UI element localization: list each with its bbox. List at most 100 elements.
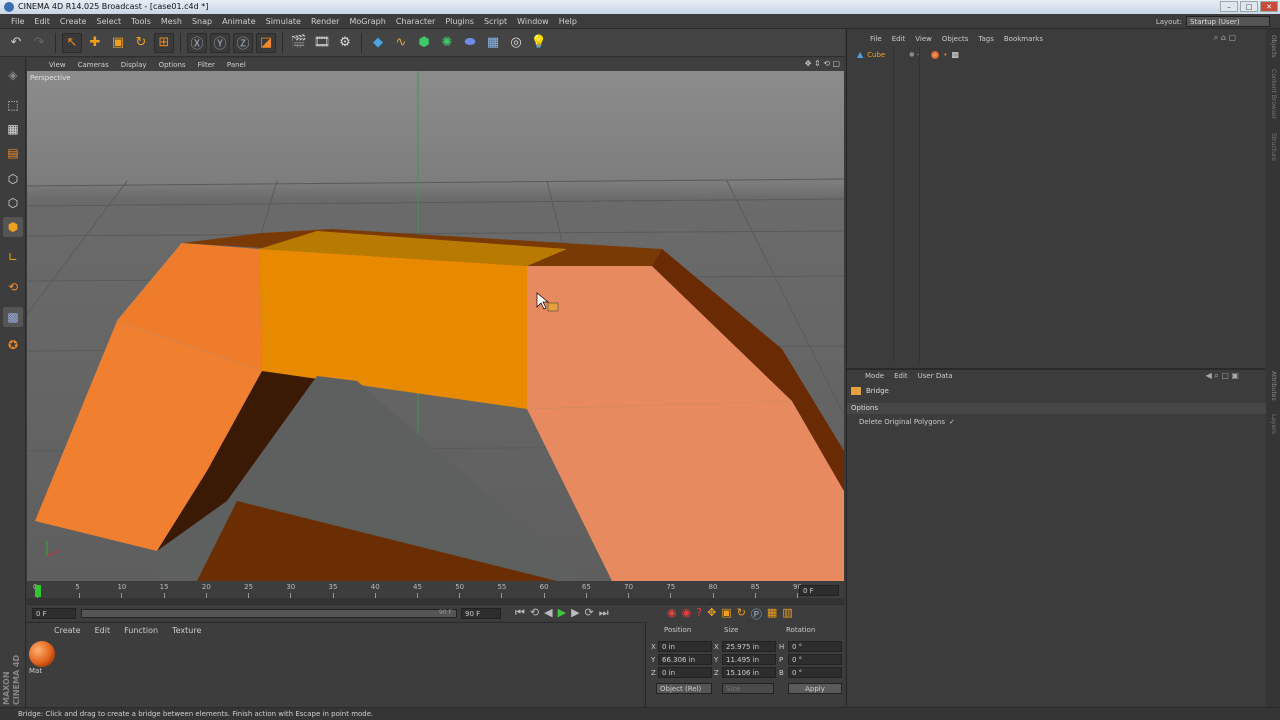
material-menu-create[interactable]: Create	[47, 626, 88, 635]
next-key-icon[interactable]: ⟳	[585, 606, 594, 620]
spline-icon[interactable]: ∿	[391, 33, 411, 53]
menu-create[interactable]: Create	[55, 17, 92, 26]
viewport-menu-panel[interactable]: Panel	[221, 61, 252, 69]
viewport-scene[interactable]: Perspective	[27, 71, 844, 581]
minimize-button[interactable]: –	[1220, 1, 1238, 12]
viewport-menu-filter[interactable]: Filter	[192, 61, 221, 69]
side-tab-content-browser[interactable]: Content Browser	[1268, 69, 1278, 119]
menu-tools[interactable]: Tools	[126, 17, 156, 26]
start-frame-field[interactable]: 0 F	[32, 608, 76, 619]
points-mode-icon[interactable]: ⬡	[3, 169, 23, 189]
rotate-icon[interactable]: ↻	[131, 33, 151, 53]
objects-menu-view[interactable]: View	[910, 35, 937, 43]
menu-select[interactable]: Select	[91, 17, 126, 26]
next-frame-icon[interactable]: ▶	[571, 606, 579, 620]
object-row[interactable]: ▲ Cube ● ✓ • ▩	[857, 49, 1262, 60]
objects-menu-bookmarks[interactable]: Bookmarks	[999, 35, 1048, 43]
object-name[interactable]: Cube	[867, 51, 905, 59]
subdivision-surface-icon[interactable]: ⬢	[414, 33, 434, 53]
axis-mode-icon[interactable]: ∟	[3, 247, 23, 267]
rotation-h-field[interactable]: 0 °	[788, 641, 842, 652]
material-swatch[interactable]: Mat	[29, 641, 57, 677]
menu-mesh[interactable]: Mesh	[156, 17, 187, 26]
key-parameter-icon[interactable]: Ⓟ	[751, 606, 762, 622]
render-picture-viewer-icon[interactable]: 🎞	[312, 33, 332, 53]
edit-render-settings-icon[interactable]: ⚙	[335, 33, 355, 53]
floor-icon[interactable]: ▦	[483, 33, 503, 53]
position-z-field[interactable]: 0 in	[658, 667, 712, 678]
move-icon[interactable]: ✚	[85, 33, 105, 53]
close-button[interactable]: ✕	[1260, 1, 1278, 12]
menu-script[interactable]: Script	[479, 17, 512, 26]
viewport-menu-display[interactable]: Display	[115, 61, 153, 69]
cube-object-icon[interactable]: ◆	[368, 33, 388, 53]
layout-dropdown[interactable]: Startup (User)	[1186, 16, 1270, 27]
objects-menu-objects[interactable]: Objects	[937, 35, 973, 43]
material-tag-icon[interactable]	[931, 50, 940, 59]
edges-mode-icon[interactable]: ⬡	[3, 193, 23, 213]
autokey-icon[interactable]: ◉	[682, 606, 692, 622]
viewport-navigation-icons[interactable]: ✥ ⇕ ⟲ ▢	[805, 59, 840, 68]
attributes-menu-user-data[interactable]: User Data	[918, 372, 953, 380]
live-selection-icon[interactable]: ↖	[62, 32, 82, 53]
workplane-mode-icon[interactable]: ▤	[3, 143, 23, 163]
timeline-ruler[interactable]: 051015202530354045505560657075808590 0 F	[27, 581, 844, 604]
material-menu-texture[interactable]: Texture	[165, 626, 208, 635]
attribute-nav-icons[interactable]: ◀ ⌕ ▢ ▣	[1206, 371, 1239, 381]
record-active-icon[interactable]: ◉	[667, 606, 677, 622]
current-frame-field[interactable]: 0 F	[799, 585, 839, 596]
recent-tool-icon[interactable]: ⊞	[154, 32, 174, 53]
object-manager-search-icon[interactable]: ⌕ ⌂ ▢	[1214, 33, 1236, 43]
side-tab-structure[interactable]: Structure	[1268, 133, 1278, 161]
render-view-icon[interactable]: 🎬	[289, 33, 309, 53]
key-position-icon[interactable]: ✥	[707, 606, 716, 622]
preview-range-slider[interactable]: 90 F	[81, 609, 457, 618]
delete-original-polygons-checkbox[interactable]: ✓	[949, 418, 955, 426]
redo-icon[interactable]: ↷	[29, 33, 49, 53]
objects-menu-edit[interactable]: Edit	[887, 35, 911, 43]
polygons-mode-icon[interactable]: ⬢	[3, 217, 23, 237]
coordinate-system-icon[interactable]: ◪	[256, 32, 276, 53]
scale-icon[interactable]: ▣	[108, 33, 128, 53]
key-rotation-icon[interactable]: ↻	[737, 606, 746, 622]
array-icon[interactable]: ✺	[437, 33, 457, 53]
viewport-menu-view[interactable]: View	[43, 61, 72, 69]
z-axis-icon[interactable]: Ⓩ	[233, 32, 253, 53]
menu-snap[interactable]: Snap	[187, 17, 217, 26]
previous-frame-icon[interactable]: ◀	[544, 606, 552, 620]
rotation-b-field[interactable]: 0 °	[788, 667, 842, 678]
timeline-window-icon[interactable]: ▥	[782, 606, 792, 622]
3d-viewport[interactable]: Perspective	[27, 71, 844, 581]
go-to-end-icon[interactable]: ⏭	[599, 606, 609, 620]
key-scale-icon[interactable]: ▣	[721, 606, 731, 622]
menu-mograph[interactable]: MoGraph	[344, 17, 390, 26]
menu-simulate[interactable]: Simulate	[261, 17, 306, 26]
snapping-icon[interactable]: ▩	[3, 307, 23, 327]
play-icon[interactable]: ▶	[558, 606, 566, 620]
attributes-menu-mode[interactable]: Mode	[865, 372, 884, 380]
menu-window[interactable]: Window	[512, 17, 554, 26]
maximize-button[interactable]: □	[1240, 1, 1258, 12]
menu-render[interactable]: Render	[306, 17, 344, 26]
material-menu-function[interactable]: Function	[117, 626, 165, 635]
objects-menu-tags[interactable]: Tags	[973, 35, 999, 43]
texture-mode-icon[interactable]: ▦	[3, 119, 23, 139]
y-axis-icon[interactable]: Ⓨ	[210, 32, 230, 53]
menu-character[interactable]: Character	[391, 17, 441, 26]
side-tab-attributes[interactable]: Attributes	[1268, 371, 1278, 401]
apply-button[interactable]: Apply	[788, 683, 842, 694]
size-mode-dropdown[interactable]: Size	[722, 683, 774, 694]
texture-tag-icon[interactable]: ▩	[951, 50, 959, 59]
attributes-menu-edit[interactable]: Edit	[894, 372, 908, 380]
menu-edit[interactable]: Edit	[29, 17, 55, 26]
go-to-start-icon[interactable]: ⏮	[515, 606, 525, 620]
previous-key-icon[interactable]: ⟲	[530, 606, 539, 620]
options-section-header[interactable]: Options	[847, 403, 1266, 414]
material-menu-edit[interactable]: Edit	[88, 626, 118, 635]
model-mode-icon[interactable]: ⬚	[3, 95, 23, 115]
end-frame-field[interactable]: 90 F	[461, 608, 501, 619]
playhead[interactable]	[35, 585, 41, 597]
size-x-field[interactable]: 25.975 in	[722, 641, 776, 652]
coordinate-mode-dropdown[interactable]: Object (Rel)	[656, 683, 712, 694]
key-pla-icon[interactable]: ▦	[767, 606, 777, 622]
